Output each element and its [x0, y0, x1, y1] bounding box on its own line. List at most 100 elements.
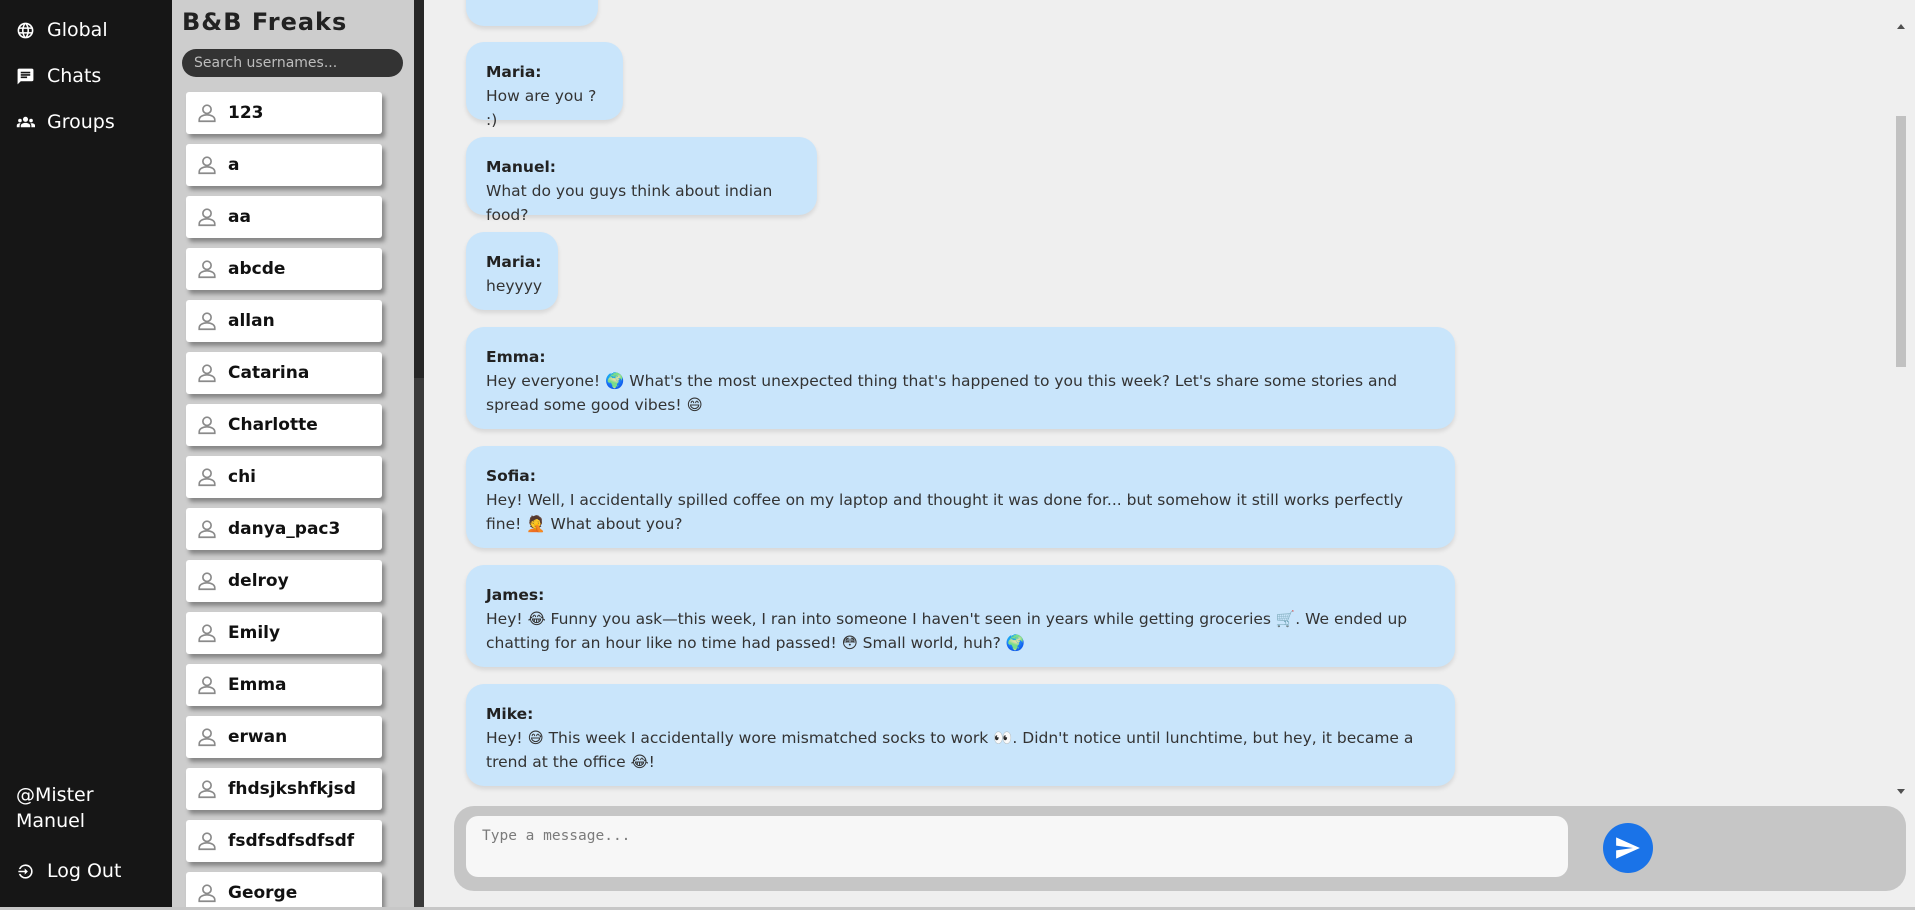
- user-list-item[interactable]: fsdfsdfsdfsdf: [186, 820, 382, 862]
- message-bubble: Mike: Hey! 😅 This week I accidentally wor…: [466, 684, 1455, 786]
- nav-item-chats[interactable]: Chats: [0, 53, 172, 99]
- user-list-item-name: abcde: [228, 259, 286, 279]
- nav-label-global: Global: [47, 19, 108, 41]
- main-nav: Global Chats Groups @Mister Manuel Log O…: [0, 0, 172, 910]
- user-icon: [198, 416, 216, 435]
- user-list-item-name: allan: [228, 311, 275, 331]
- user-list-item[interactable]: Catarina: [186, 352, 382, 394]
- user-icon: [198, 572, 216, 591]
- chat-scrollbar[interactable]: [1895, 12, 1907, 794]
- message-bubble: Emma: Hey everyone! 🌍 What's the most une…: [466, 327, 1455, 429]
- user-icon: [198, 728, 216, 747]
- message-text: Hey! Well, I accidentally spilled coffee…: [486, 491, 1404, 533]
- user-list-item[interactable]: 123: [186, 92, 382, 134]
- user-list-item-name: aa: [228, 207, 251, 227]
- logout-icon: [18, 863, 33, 879]
- logout-label: Log Out: [47, 860, 122, 882]
- user-list-item-name: George: [228, 883, 298, 903]
- user-list: 123 a aa abcde allan Catarina Charlotte chi dany…: [186, 92, 382, 910]
- user-list-item[interactable]: aa: [186, 196, 382, 238]
- user-list-item[interactable]: allan: [186, 300, 382, 342]
- nav-item-global[interactable]: Global: [0, 7, 172, 53]
- globe-icon: [17, 22, 34, 38]
- message-author: Mike:: [486, 705, 534, 723]
- message-text: How are you ? :): [486, 87, 597, 129]
- user-list-item[interactable]: danya_pac3: [186, 508, 382, 550]
- user-list-item-name: Emma: [228, 675, 287, 695]
- message-bubble: Maria: heyyyy: [466, 232, 558, 310]
- user-list-item[interactable]: fhdsjkshfkjsd: [186, 768, 382, 810]
- user-panel-scrollbar[interactable]: [414, 0, 424, 910]
- message-author: Maria:: [486, 63, 542, 81]
- scroll-up-arrow-icon[interactable]: [1897, 24, 1905, 29]
- user-list-item[interactable]: Charlotte: [186, 404, 382, 446]
- user-list-item-name: 123: [228, 103, 264, 123]
- user-icon: [198, 468, 216, 487]
- chat-area: Maria: How are you ? :) Manuel: What do you…: [434, 0, 1915, 910]
- user-list-item[interactable]: Emily: [186, 612, 382, 654]
- message-author: Maria:: [486, 253, 542, 271]
- user-list-item-name: chi: [228, 467, 257, 487]
- user-list-item[interactable]: erwan: [186, 716, 382, 758]
- user-list-item[interactable]: delroy: [186, 560, 382, 602]
- user-list-item-name: Emily: [228, 623, 281, 643]
- user-icon: [198, 260, 216, 279]
- user-list-item[interactable]: a: [186, 144, 382, 186]
- scroll-down-arrow-icon[interactable]: [1897, 789, 1905, 794]
- user-list-item[interactable]: Emma: [186, 664, 382, 706]
- user-icon: [198, 624, 216, 643]
- message-input[interactable]: [466, 816, 1568, 877]
- nav-label-chats: Chats: [47, 65, 102, 87]
- message-text: What do you guys think about indian food…: [486, 182, 773, 224]
- current-user-handle: @Mister Manuel: [16, 784, 94, 832]
- user-list-item-name: fhdsjkshfkjsd: [228, 779, 356, 799]
- user-list-item[interactable]: chi: [186, 456, 382, 498]
- message-text: Hey everyone! 🌍 What's the most unexpect…: [486, 372, 1398, 414]
- message-text: heyyyy: [486, 277, 543, 295]
- message-author: Manuel:: [486, 158, 556, 176]
- user-list-item-name: fsdfsdfsdfsdf: [228, 831, 355, 851]
- user-icon: [198, 312, 216, 331]
- message-author: James:: [486, 586, 545, 604]
- groups-icon: [16, 116, 35, 127]
- user-list-item[interactable]: George: [186, 872, 382, 910]
- user-icon: [198, 364, 216, 383]
- nav-footer: @Mister Manuel Log Out: [0, 782, 172, 894]
- message-author: Sofia:: [486, 467, 536, 485]
- group-title: B&B Freaks: [182, 8, 348, 36]
- user-list-item-name: erwan: [228, 727, 288, 747]
- message-bubble: James: Hey! 😂 Funny you ask—this week, I …: [466, 565, 1455, 667]
- chat-scrollbar-thumb[interactable]: [1896, 116, 1906, 367]
- user-icon: [198, 832, 216, 851]
- user-list-item-name: danya_pac3: [228, 519, 341, 539]
- nav-item-groups[interactable]: Groups: [0, 99, 172, 145]
- search-input[interactable]: [182, 49, 403, 77]
- message-bubble: Sofia: Hey! Well, I accidentally spilled …: [466, 446, 1455, 548]
- user-list-item-name: a: [228, 155, 240, 175]
- user-icon: [198, 156, 216, 175]
- message-bubble-partial: [466, 0, 598, 26]
- message-bubble: Maria: How are you ? :): [466, 42, 623, 129]
- user-list-item-name: Catarina: [228, 363, 310, 383]
- nav-label-groups: Groups: [47, 111, 115, 133]
- user-icon: [198, 884, 216, 903]
- user-list-item[interactable]: abcde: [186, 248, 382, 290]
- user-icon: [198, 104, 216, 123]
- user-icon: [198, 520, 216, 539]
- message-composer: [454, 806, 1906, 891]
- user-icon: [198, 208, 216, 227]
- send-icon: [1616, 837, 1640, 859]
- user-panel: B&B Freaks 123aaaabcdeallanCatarinaCharl…: [172, 0, 424, 910]
- user-list-item-name: delroy: [228, 571, 289, 591]
- message-list: Maria: How are you ? :) Manuel: What do you…: [434, 0, 1889, 795]
- message-text: Hey! 😂 Funny you ask—this week, I ran in…: [486, 610, 1408, 652]
- message-text: Hey! 😅 This week I accidentally wore mis…: [486, 729, 1414, 771]
- message-author: Emma:: [486, 348, 546, 366]
- user-icon: [198, 780, 216, 799]
- user-list-item-name: Charlotte: [228, 415, 318, 435]
- send-button[interactable]: [1603, 823, 1653, 873]
- message-bubble: Manuel: What do you guys think about indi…: [466, 137, 817, 224]
- user-icon: [198, 676, 216, 695]
- user-panel-scrollbar-thumb[interactable]: [414, 0, 424, 378]
- logout-button[interactable]: Log Out: [0, 848, 172, 894]
